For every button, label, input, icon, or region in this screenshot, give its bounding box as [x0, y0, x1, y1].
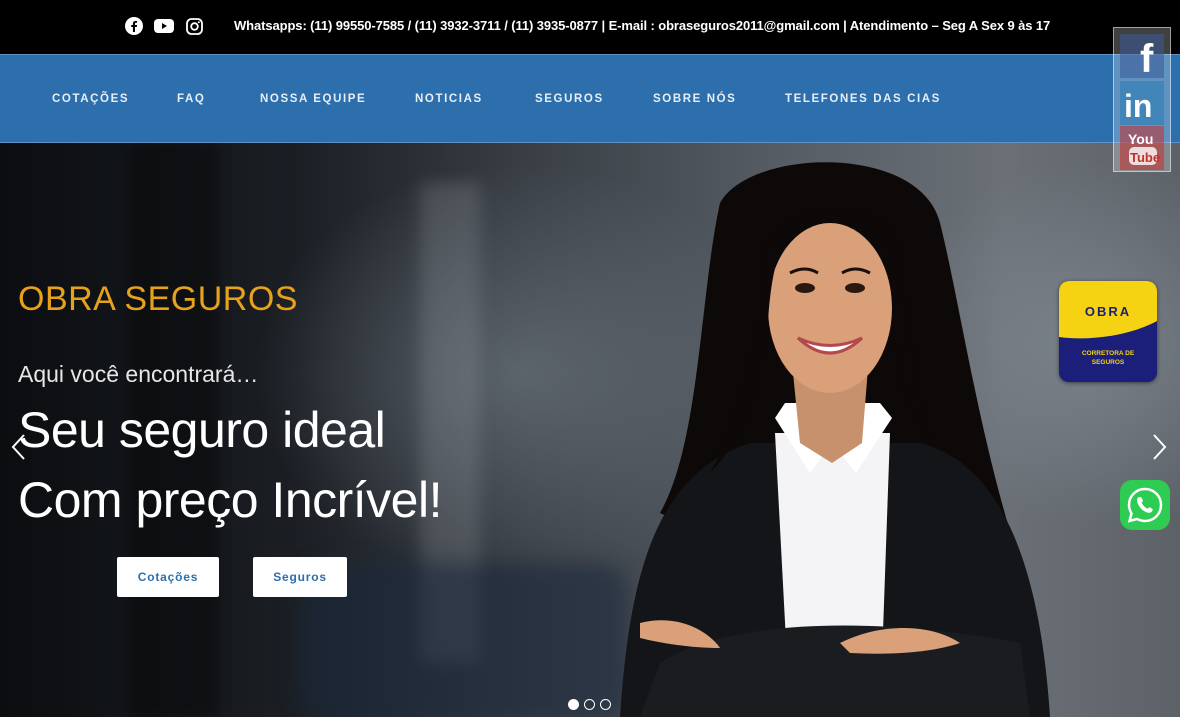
contact-info: Whatsapps: (11) 99550-7585 / (11) 3932-3… — [234, 18, 1051, 33]
hero-headline-2: Com preço Incrível! — [18, 472, 442, 528]
slider-dot-1[interactable] — [568, 699, 579, 710]
cotacoes-button[interactable]: Cotações — [117, 557, 219, 597]
background-desk — [300, 563, 630, 717]
whatsapp-icon — [1127, 487, 1163, 523]
nav-item-seguros[interactable]: SEGUROS — [535, 93, 604, 105]
seguros-button[interactable]: Seguros — [253, 557, 347, 597]
instagram-icon[interactable] — [184, 16, 204, 36]
badge-subtitle-line-2: SEGUROS — [1092, 359, 1125, 366]
floating-linkedin-icon[interactable]: in — [1118, 81, 1166, 125]
badge-subtitle-line-1: CORRETORA DE — [1082, 350, 1135, 357]
nav-item-cotacoes[interactable]: COTAÇÕES — [52, 93, 129, 105]
nav-item-noticias[interactable]: NOTICIAS — [415, 93, 483, 105]
nav-item-nossa-equipe[interactable]: NOSSA EQUIPE — [260, 93, 366, 105]
youtube-icon[interactable] — [154, 16, 174, 36]
obra-corretora-logo[interactable]: OBRA CORRETORA DE SEGUROS — [1059, 281, 1157, 382]
hero-slider: OBRA SEGUROS Aqui você encontrará… Seu s… — [0, 143, 1180, 717]
floating-facebook-label: f — [1140, 37, 1154, 78]
slider-next-arrow-icon[interactable] — [1152, 433, 1168, 467]
floating-youtube-label-top: You — [1128, 131, 1153, 147]
floating-youtube-icon[interactable]: You Tube — [1118, 126, 1166, 170]
floating-facebook-icon[interactable]: f — [1118, 34, 1166, 78]
hero-subtitle: Aqui você encontrará… — [18, 361, 259, 387]
whatsapp-floating-button[interactable] — [1120, 480, 1170, 530]
hero-brand-title: OBRA SEGUROS — [18, 280, 298, 318]
badge-title: OBRA — [1085, 304, 1131, 319]
hero-woman-image — [620, 162, 1050, 717]
nav-item-faq[interactable]: FAQ — [177, 93, 205, 105]
slider-dot-3[interactable] — [600, 699, 611, 710]
floating-social-panel: f in You Tube — [1113, 27, 1171, 172]
top-social-links — [124, 16, 204, 36]
main-navigation: COTAÇÕES FAQ NOSSA EQUIPE NOTICIAS SEGUR… — [0, 54, 1180, 143]
nav-item-sobre-nos[interactable]: SOBRE NÓS — [653, 93, 736, 105]
slider-dot-2[interactable] — [584, 699, 595, 710]
floating-youtube-label-bottom: Tube — [1130, 150, 1160, 165]
floating-linkedin-label: in — [1124, 88, 1152, 124]
facebook-icon[interactable] — [124, 16, 144, 36]
slider-prev-arrow-icon[interactable] — [10, 433, 26, 467]
nav-item-telefones-das-cias[interactable]: TELEFONES DAS CIAS — [785, 93, 941, 105]
slider-pagination — [568, 699, 611, 710]
hero-headline-1: Seu seguro ideal — [18, 402, 386, 458]
top-bar: Whatsapps: (11) 99550-7585 / (11) 3932-3… — [0, 0, 1180, 54]
